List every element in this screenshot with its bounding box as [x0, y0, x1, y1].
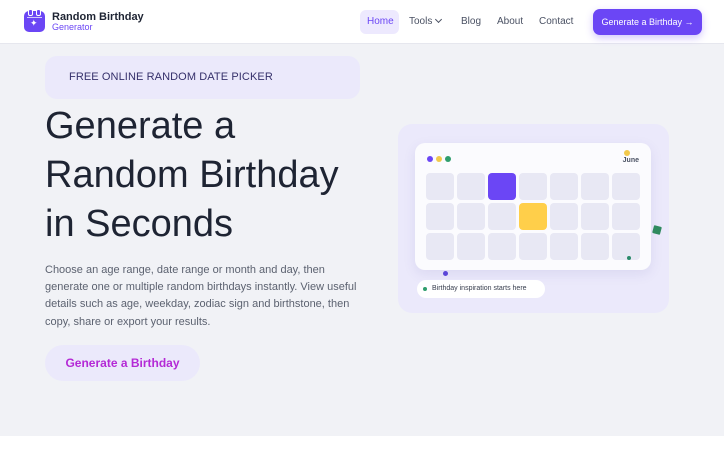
calendar-day-cell	[457, 233, 485, 260]
calendar-day-cell	[550, 233, 578, 260]
calendar-day-cell	[519, 173, 547, 200]
nav-tools-label: Tools	[409, 16, 433, 27]
calendar-day-cell	[612, 233, 640, 260]
calendar-card: June	[415, 143, 662, 276]
nav-tools[interactable]: Tools	[402, 10, 450, 34]
calendar-day-cell	[457, 203, 485, 230]
hero-title-line-1: Generate a	[45, 105, 236, 147]
brand[interactable]: ✦ Random Birthday Generator	[24, 9, 144, 32]
calendar-day-cell	[426, 173, 454, 200]
hero-title-line-2: Random Birthday	[45, 154, 339, 196]
calendar-day-cell	[612, 173, 640, 200]
calendar-day-cell	[581, 173, 609, 200]
brand-subtitle: Generator	[52, 21, 93, 32]
calendar-day-cell	[550, 173, 578, 200]
calendar-day-cell	[581, 233, 609, 260]
calendar-day-cell	[519, 233, 547, 260]
hero-title: Generate a Random Birthday in Seconds	[45, 102, 375, 249]
calendar-sparkle-icon: ✦	[24, 9, 45, 32]
sun-dot-icon	[624, 150, 630, 156]
status-dot-icon	[423, 287, 427, 291]
calendar-day-cell	[612, 203, 640, 230]
hero-badge: FREE ONLINE RANDOM DATE PICKER	[45, 56, 360, 99]
window-dot-yellow	[436, 156, 442, 162]
caption-text: Birthday inspiration starts here	[432, 285, 527, 292]
calendar-day-cell	[581, 203, 609, 230]
confetti-dot-icon	[443, 271, 448, 276]
brand-name: Random Birthday	[52, 10, 144, 23]
generate-birthday-header-button[interactable]: Generate a Birthday →	[593, 9, 702, 35]
calendar-day-cell	[457, 173, 485, 200]
calendar-day-cell	[426, 203, 454, 230]
site-header: ✦ Random Birthday Generator Home Tools B…	[0, 0, 724, 44]
generate-birthday-button[interactable]: Generate a Birthday	[45, 345, 200, 381]
chevron-down-icon	[435, 15, 443, 24]
nav-blog[interactable]: Blog	[454, 10, 486, 34]
illustration-caption: Birthday inspiration starts here	[417, 280, 545, 298]
nav-home[interactable]: Home	[360, 10, 399, 34]
calendar-day-cell	[488, 233, 516, 260]
calendar-day-cell	[550, 203, 578, 230]
calendar-day-cell	[488, 203, 516, 230]
calendar-day-cell-highlighted	[519, 203, 547, 230]
calendar-day-cell	[426, 233, 454, 260]
hero-title-line-3: in Seconds	[45, 203, 234, 245]
calendar-illustration: June Birthday inspiration starts here	[398, 124, 669, 313]
window-dot-purple	[427, 156, 433, 162]
next-section	[0, 436, 724, 452]
nav-about[interactable]: About	[490, 10, 530, 34]
nav-contact[interactable]: Contact	[532, 10, 580, 34]
confetti-dot-icon	[627, 256, 631, 260]
calendar-day-cell-highlighted	[488, 173, 516, 200]
hero-description: Choose an age range, date range or month…	[45, 264, 357, 328]
confetti-square-icon	[652, 225, 662, 235]
calendar-month: June	[622, 157, 639, 164]
window-dot-green	[445, 156, 451, 162]
